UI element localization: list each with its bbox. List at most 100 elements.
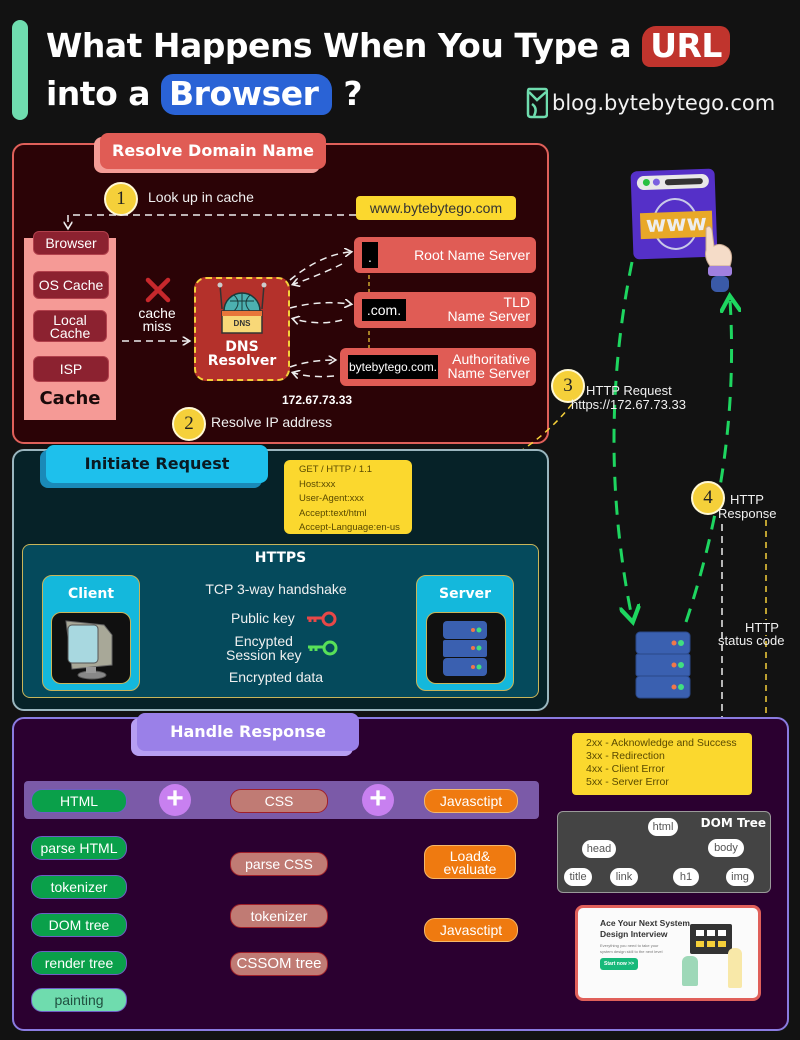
- dom-node-img: img: [726, 868, 754, 886]
- tcp-handshake-label: TCP 3-way handshake: [205, 581, 347, 597]
- resolver-label-1: DNS: [225, 339, 259, 355]
- promo-card[interactable]: Ace Your Next System Design Interview Ev…: [575, 905, 761, 1001]
- step-badge-2: 2: [172, 407, 206, 441]
- status-code-line: 3xx - Redirection: [586, 750, 665, 762]
- http-status-codes-note: 2xx - Acknowledge and Success 3xx - Redi…: [572, 733, 752, 795]
- dns-resolver: DNS DNS Resolver: [194, 277, 290, 381]
- step-parse-html: parse HTML: [31, 836, 127, 860]
- cache-miss-x-icon: [145, 277, 171, 303]
- dom-node-html: html: [648, 818, 678, 836]
- http-response-label-2: Response: [718, 506, 777, 521]
- session-key-icon: [308, 640, 338, 656]
- input-javascript: Javasctipt: [424, 789, 518, 813]
- step-painting: painting: [31, 988, 127, 1012]
- resolved-ip: 172.67.73.33: [282, 393, 353, 407]
- step-css-tokenizer: tokenizer: [230, 904, 328, 928]
- load-label-2: evaluate: [443, 861, 497, 877]
- public-key-label: Public key: [231, 610, 295, 626]
- tld-chip: .com.: [362, 299, 406, 321]
- root-chip: .: [362, 242, 378, 268]
- step-render-tree: render tree: [31, 951, 127, 975]
- request-line: User-Agent:xxx: [299, 493, 364, 504]
- session-key-label-1: Encypted: [234, 633, 293, 649]
- request-line: GET / HTTP / 1.1: [299, 464, 373, 475]
- cache-item-browser: Browser: [33, 231, 109, 255]
- promo-headline-1: Ace Your Next System: [600, 918, 690, 928]
- promo-subtitle: Everything you need to take your system …: [600, 943, 663, 954]
- authoritative-label: Authoritative Name Server: [448, 352, 530, 380]
- session-key-label-2: Session key: [226, 647, 302, 663]
- http-response-label-1: HTTP: [730, 492, 764, 507]
- input-html: HTML: [31, 789, 127, 813]
- server-image: [426, 612, 506, 684]
- promo-cta-button[interactable]: Start now >>: [600, 958, 638, 970]
- http-request-url: https://172.67.73.33: [571, 397, 686, 412]
- root-name-server: . Root Name Server: [354, 237, 536, 273]
- dns-icon-label: DNS: [233, 319, 251, 328]
- step-html-tokenizer: tokenizer: [31, 875, 127, 899]
- database-server-icon: [443, 621, 487, 676]
- status-code-line: 4xx - Client Error: [586, 763, 665, 775]
- session-key-label: Encypted Session key: [226, 634, 301, 662]
- step-load-evaluate: Load& evaluate: [424, 845, 516, 879]
- tab-handle-response: Handle Response: [137, 713, 359, 751]
- server-title: Server: [438, 586, 491, 602]
- tld-label-2: Name Server: [447, 308, 530, 324]
- authoritative-chip: bytebytego.com.: [348, 355, 438, 379]
- status-code-line: 2xx - Acknowledge and Success: [586, 737, 737, 749]
- dom-node-link: link: [610, 868, 638, 886]
- resolver-label-2: Resolver: [207, 353, 277, 369]
- authoritative-label-1: Authoritative: [452, 351, 530, 367]
- tld-name-server: .com. TLD Name Server: [354, 292, 536, 328]
- request-line: Accept:text/html: [299, 507, 367, 519]
- dom-node-title: title: [564, 868, 592, 886]
- step2-label: Resolve IP address: [211, 414, 333, 430]
- step-javascript: Javasctipt: [424, 918, 518, 942]
- client-title: Client: [67, 586, 115, 602]
- authoritative-label-2: Name Server: [447, 365, 530, 381]
- tld-label: TLD Name Server: [448, 295, 530, 323]
- status-code-line: 5xx - Server Error: [586, 776, 669, 788]
- promo-board-illustration: [690, 924, 732, 954]
- encrypted-data-label: Encrypted data: [228, 669, 324, 685]
- dom-node-head: head: [582, 840, 616, 858]
- request-line: Host:xxx: [299, 478, 336, 490]
- cache-miss-label: cache miss: [138, 305, 176, 334]
- plus-icon: +: [159, 784, 191, 816]
- dom-node-body: body: [708, 839, 744, 857]
- cache-item-isp: ISP: [33, 356, 109, 382]
- pointing-hand-icon: [705, 225, 733, 292]
- cache-title: Cache: [39, 388, 101, 409]
- http-request-label: HTTP Request: [586, 383, 672, 398]
- promo-headline: Ace Your Next System Design Interview: [600, 918, 690, 940]
- request-line: Accept-Language:en-us: [299, 522, 400, 533]
- promo-person-illustration: [728, 948, 742, 988]
- authoritative-name-server: bytebytego.com. Authoritative Name Serve…: [340, 348, 536, 386]
- https-title: HTTPS: [254, 550, 307, 566]
- browser-address-bar: [636, 173, 710, 191]
- lookup-arrow: [68, 214, 356, 227]
- plus-icon: +: [362, 784, 394, 816]
- step-dom-tree: DOM tree: [31, 913, 127, 937]
- dom-node-h1: h1: [673, 868, 699, 886]
- server-box: Server: [416, 575, 514, 691]
- computer-monitor-icon: [65, 620, 113, 680]
- input-css: CSS: [230, 789, 328, 813]
- tld-label-1: TLD: [503, 294, 530, 310]
- promo-headline-2: Design Interview: [600, 929, 668, 939]
- cache-item-os: OS Cache: [33, 271, 109, 299]
- web-server-icon: [635, 631, 691, 699]
- step-parse-css: parse CSS: [230, 852, 328, 876]
- client-box: Client: [42, 575, 140, 691]
- http-status-label-2: status code: [718, 633, 785, 648]
- dom-tree-title: DOM Tree: [700, 816, 766, 830]
- http-request-flow: [612, 261, 632, 618]
- promo-person-illustration: [682, 956, 698, 986]
- tab-initiate-request: Initiate Request: [46, 445, 268, 483]
- http-response-flow: [684, 300, 732, 623]
- http-request-note: GET / HTTP / 1.1 Host:xxx User-Agent:xxx…: [284, 460, 412, 534]
- step-cssom-tree: CSSOM tree: [230, 952, 328, 976]
- cache-item-local: Local Cache: [33, 310, 107, 342]
- root-label: Root Name Server: [414, 247, 530, 263]
- public-key-icon: [307, 611, 337, 627]
